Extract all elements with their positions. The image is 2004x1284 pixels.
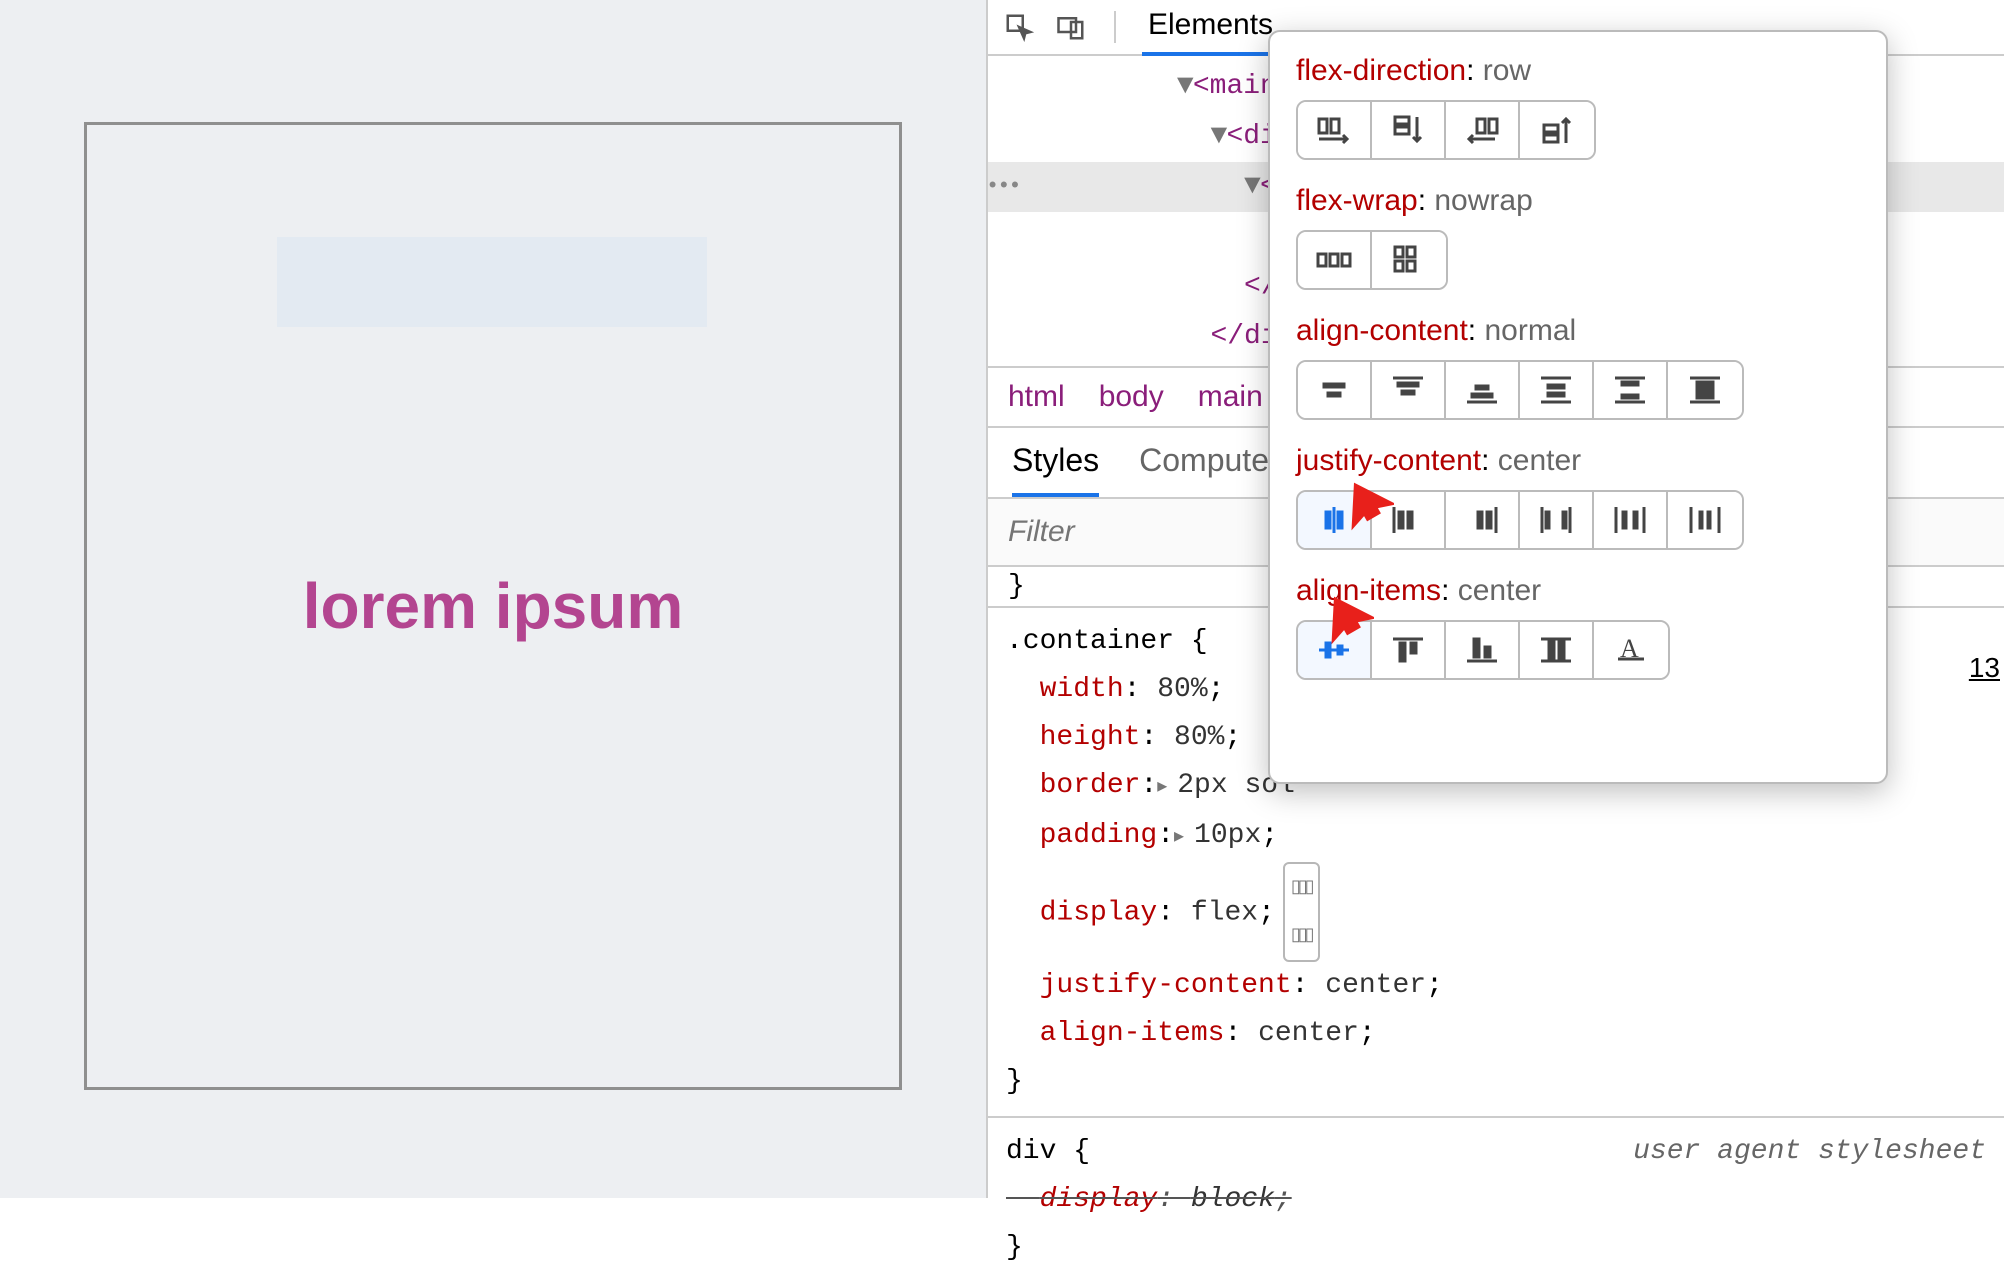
flexbox-editor-popover: flex-direction: row flex-wrap: nowrap al… (1268, 30, 1888, 784)
device-toggle-icon[interactable] (1054, 10, 1088, 44)
preview-heading: lorem ipsum (303, 569, 684, 643)
justify-content-end-icon[interactable] (1446, 492, 1520, 548)
annotation-arrow-icon (1334, 480, 1394, 540)
ua-stylesheet-label: user agent stylesheet (1633, 1128, 1986, 1176)
separator (1114, 11, 1116, 43)
align-items-start-icon[interactable] (1372, 622, 1446, 678)
align-items-baseline-icon[interactable]: A (1594, 622, 1668, 678)
breadcrumb-item[interactable]: body (1099, 380, 1164, 414)
flex-editor-badge-icon[interactable]: ▯▯▯▯▯▯ (1283, 862, 1320, 962)
group-flex-direction: flex-direction: row (1296, 54, 1860, 160)
flex-wrap-nowrap-icon[interactable] (1298, 232, 1372, 288)
tab-styles[interactable]: Styles (1012, 442, 1099, 497)
align-content-center-icon[interactable] (1298, 362, 1372, 418)
tab-computed[interactable]: Computed (1139, 442, 1287, 497)
inspect-icon[interactable] (1002, 10, 1036, 44)
page-preview: lorem ipsum (0, 0, 986, 1198)
align-content-start-icon[interactable] (1372, 362, 1446, 418)
justify-content-space-around-icon[interactable] (1594, 492, 1668, 548)
breadcrumb-item[interactable]: main (1198, 380, 1263, 414)
highlight-overlay (277, 237, 707, 327)
source-link[interactable]: 13 (1969, 652, 2004, 684)
flex-direction-column-icon[interactable] (1372, 102, 1446, 158)
flex-wrap-wrap-icon[interactable] (1372, 232, 1446, 288)
flex-direction-column-reverse-icon[interactable] (1520, 102, 1594, 158)
css-selector[interactable]: div (1006, 1136, 1056, 1167)
breadcrumb-item[interactable]: html (1008, 380, 1065, 414)
flex-direction-row-icon[interactable] (1298, 102, 1372, 158)
group-align-content: align-content: normal (1296, 314, 1860, 420)
justify-content-space-evenly-icon[interactable] (1668, 492, 1742, 548)
annotation-arrow-icon (1314, 594, 1374, 654)
align-content-space-around-icon[interactable] (1520, 362, 1594, 418)
justify-content-space-between-icon[interactable] (1520, 492, 1594, 548)
css-selector[interactable]: .container (1006, 626, 1174, 657)
flex-direction-row-reverse-icon[interactable] (1446, 102, 1520, 158)
container-box: lorem ipsum (84, 122, 902, 1090)
align-content-stretch-icon[interactable] (1668, 362, 1742, 418)
align-items-stretch-icon[interactable] (1520, 622, 1594, 678)
align-content-space-between-icon[interactable] (1594, 362, 1668, 418)
align-content-end-icon[interactable] (1446, 362, 1520, 418)
group-flex-wrap: flex-wrap: nowrap (1296, 184, 1860, 290)
tab-elements[interactable]: Elements (1142, 0, 1279, 56)
devtools-panel: Elements ▼<main> ▼<div class=" ▼<div cla… (986, 0, 2004, 1198)
align-items-end-icon[interactable] (1446, 622, 1520, 678)
css-rule-div-ua[interactable]: user agent stylesheet div { display: blo… (988, 1118, 2004, 1282)
group-align-items: align-items: center A (1296, 574, 1860, 680)
